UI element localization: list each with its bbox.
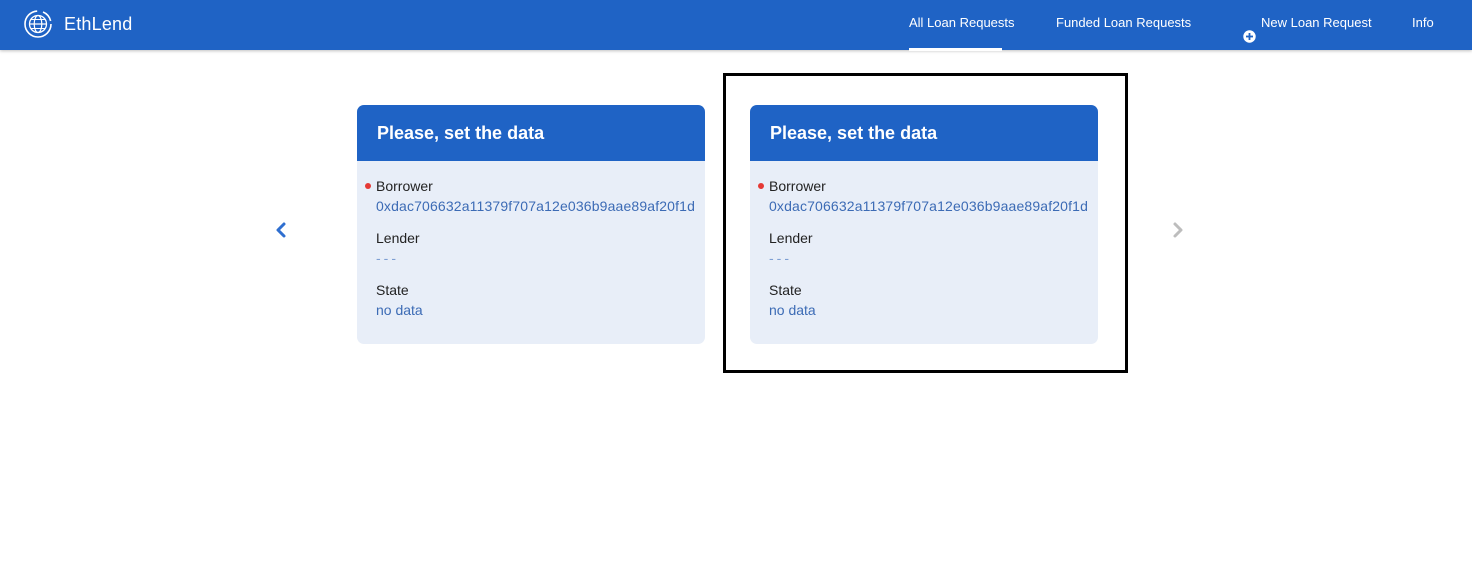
borrower-address: 0xdac706632a11379f707a12e036b9aae89af20f… xyxy=(376,198,696,214)
globe-logo-icon xyxy=(22,8,54,40)
card-title: Please, set the data xyxy=(357,105,705,161)
top-navbar: EthLend All Loan Requests Funded Loan Re… xyxy=(0,0,1472,51)
borrower-label: Borrower xyxy=(376,178,433,194)
nav-funded-loan-requests[interactable]: Funded Loan Requests xyxy=(1056,0,1191,50)
state-label: State xyxy=(376,282,409,298)
status-dot-icon xyxy=(365,183,371,189)
plus-circle-icon xyxy=(1243,16,1256,43)
brand-name: EthLend xyxy=(64,13,133,34)
state-value: no data xyxy=(376,302,423,318)
loan-request-card[interactable]: Please, set the data Borrower 0xdac70663… xyxy=(357,105,705,344)
brand[interactable]: EthLend xyxy=(22,7,132,41)
nav-all-loan-requests[interactable]: All Loan Requests xyxy=(909,0,1015,51)
nav-info[interactable]: Info xyxy=(1412,0,1434,50)
selection-highlight-box xyxy=(723,73,1128,373)
lender-label: Lender xyxy=(376,230,420,246)
carousel-next-arrow-icon[interactable] xyxy=(1170,220,1186,240)
lender-value: --- xyxy=(376,250,399,266)
carousel-prev-arrow-icon[interactable] xyxy=(273,220,289,240)
nav-new-loan-request[interactable]: New Loan Request xyxy=(1243,0,1372,45)
nav-new-loan-request-label: New Loan Request xyxy=(1261,15,1372,30)
